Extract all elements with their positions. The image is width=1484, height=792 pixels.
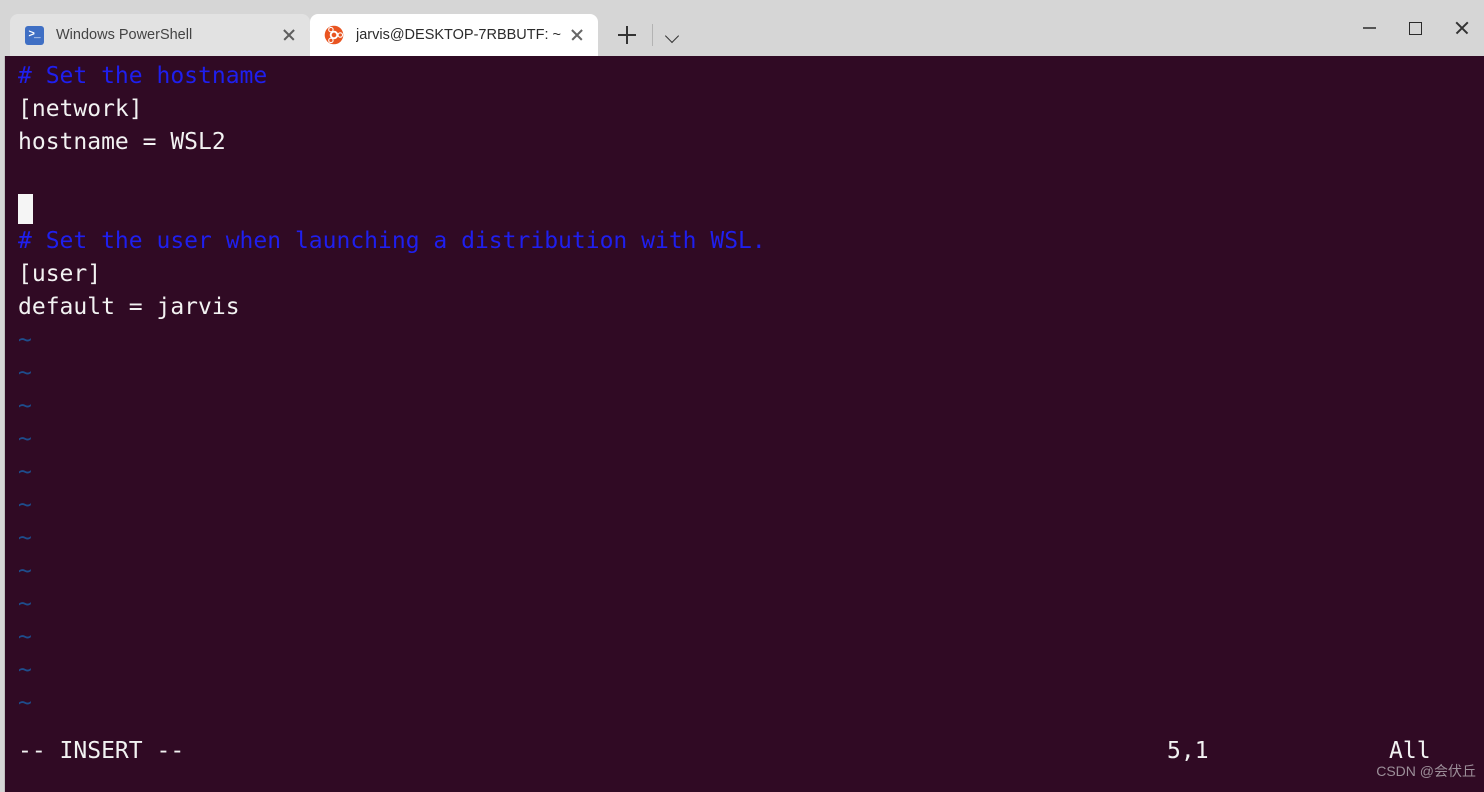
- terminal-line: default = jarvis: [18, 294, 240, 320]
- terminal-line: hostname = WSL2: [18, 129, 226, 155]
- terminal-line: [user]: [18, 261, 102, 287]
- ubuntu-icon: [324, 25, 344, 45]
- chevron-down-icon[interactable]: [657, 18, 687, 52]
- vim-empty-line-marker: ~: [18, 393, 32, 419]
- close-window-button[interactable]: [1438, 5, 1484, 51]
- tab-ubuntu-jarvis[interactable]: jarvis@DESKTOP-7RBBUTF: ~: [310, 14, 598, 56]
- vim-empty-line-marker: ~: [18, 492, 32, 518]
- vim-empty-line-marker: ~: [18, 360, 32, 386]
- vim-empty-line-marker: ~: [18, 327, 32, 353]
- vim-empty-line-marker: ~: [18, 624, 32, 650]
- terminal-line: # Set the user when launching a distribu…: [18, 228, 766, 254]
- new-tab-button[interactable]: [610, 18, 644, 52]
- minimize-button[interactable]: [1346, 5, 1392, 51]
- vim-empty-line-marker: ~: [18, 690, 32, 716]
- window-controls: [1346, 0, 1484, 56]
- vim-cursor-position: 5,1: [1167, 738, 1209, 764]
- vim-empty-line-marker: ~: [18, 426, 32, 452]
- terminal-window: >_ Windows PowerShell jarvis@DESKTOP-7RB…: [0, 0, 1484, 792]
- tab-strip: >_ Windows PowerShell jarvis@DESKTOP-7RB…: [0, 0, 687, 56]
- vim-empty-line-marker: ~: [18, 459, 32, 485]
- maximize-button[interactable]: [1392, 5, 1438, 51]
- vim-empty-line-marker: ~: [18, 525, 32, 551]
- tab-windows-powershell[interactable]: >_ Windows PowerShell: [10, 14, 310, 56]
- terminal-line: [network]: [18, 96, 143, 122]
- powershell-icon-glyph: >_: [24, 25, 44, 45]
- vim-empty-line-marker: ~: [18, 558, 32, 584]
- vim-mode-indicator: -- INSERT --: [18, 738, 185, 764]
- text-cursor: [18, 194, 33, 224]
- close-icon[interactable]: [564, 22, 590, 48]
- tab-title-ubuntu: jarvis@DESKTOP-7RBBUTF: ~: [356, 27, 562, 43]
- close-icon[interactable]: [276, 22, 302, 48]
- terminal-line: # Set the hostname: [18, 63, 268, 89]
- tab-divider: [652, 24, 653, 46]
- vim-empty-line-marker: ~: [18, 657, 32, 683]
- terminal-content[interactable]: -- INSERT -- 5,1 All CSDN @会伏丘 # Set the…: [4, 56, 1484, 792]
- title-bar: >_ Windows PowerShell jarvis@DESKTOP-7RB…: [0, 0, 1484, 56]
- powershell-icon: >_: [24, 25, 44, 45]
- vim-status-line: -- INSERT -- 5,1 All: [5, 735, 1484, 768]
- tab-title-powershell: Windows PowerShell: [56, 27, 193, 43]
- watermark: CSDN @会伏丘: [1376, 763, 1476, 779]
- vim-empty-line-marker: ~: [18, 591, 32, 617]
